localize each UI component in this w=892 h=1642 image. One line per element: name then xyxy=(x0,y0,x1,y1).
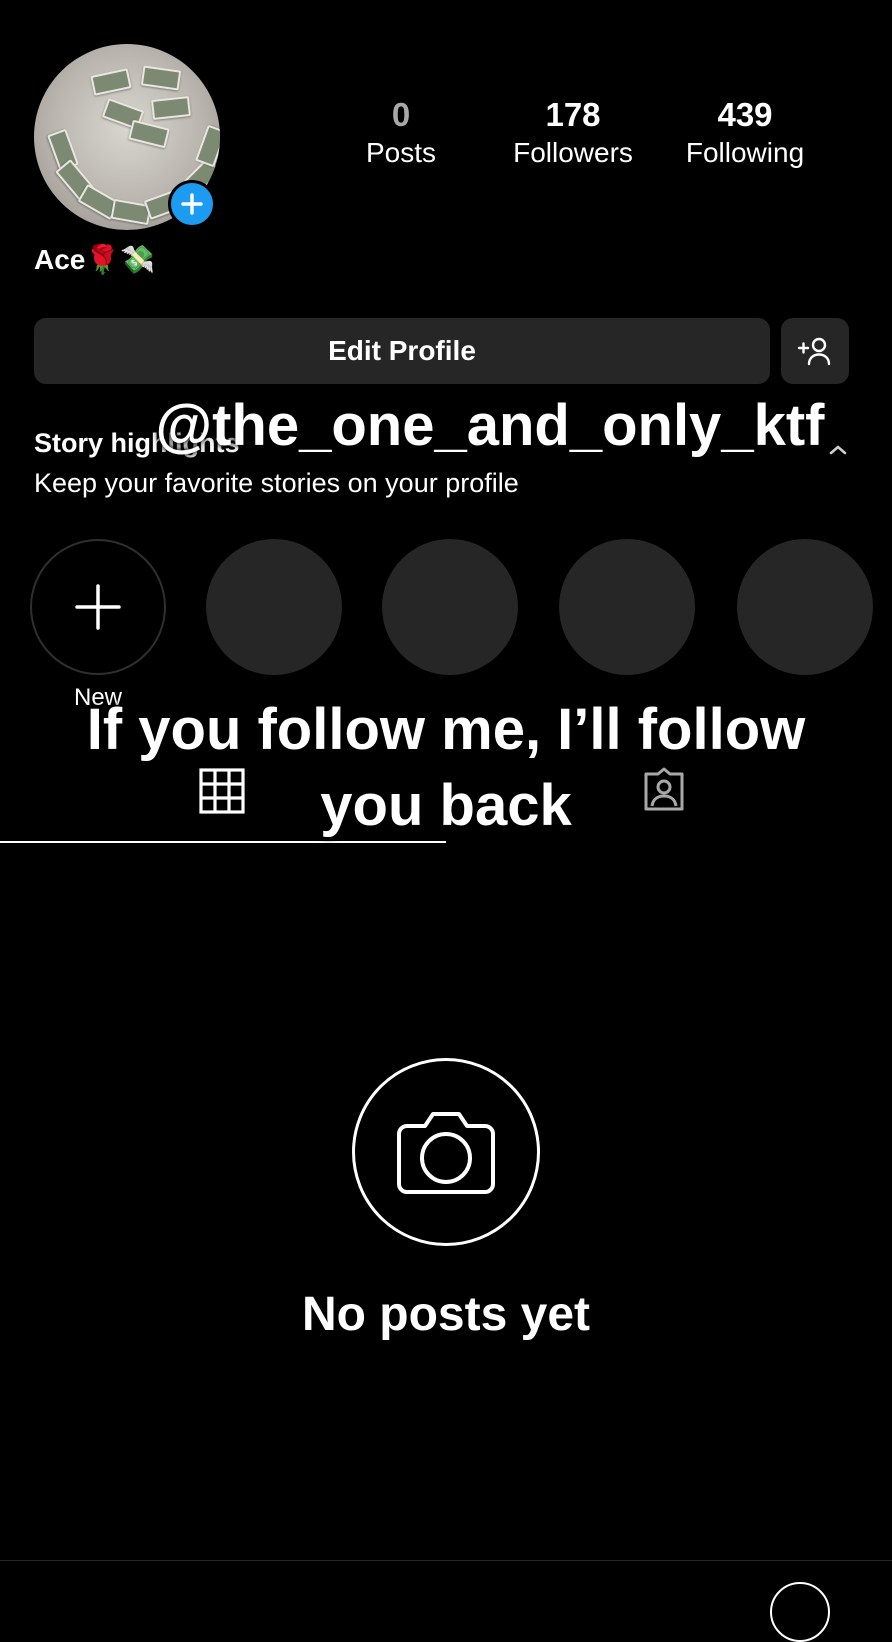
empty-state-message: No posts yet xyxy=(301,1288,591,1341)
add-story-button[interactable] xyxy=(168,180,216,228)
followers-label: Followers xyxy=(513,137,633,168)
discover-people-button[interactable] xyxy=(781,318,849,384)
followers-count: 178 xyxy=(545,96,601,133)
posts-count: 0 xyxy=(391,96,411,133)
display-name: Ace🌹💸 xyxy=(34,244,156,275)
bottom-nav-divider xyxy=(0,1560,892,1561)
highlight-placeholder xyxy=(559,539,695,675)
new-highlight-button[interactable] xyxy=(30,539,166,675)
followers-stat[interactable]: 178 Followers xyxy=(498,96,648,170)
posts-label: Posts xyxy=(365,137,437,168)
add-person-icon xyxy=(797,337,831,366)
nav-profile-avatar[interactable] xyxy=(770,1582,830,1642)
plus-icon xyxy=(75,584,121,630)
following-label: Following xyxy=(685,137,805,168)
camera-circle xyxy=(352,1058,540,1246)
plus-icon xyxy=(181,193,203,215)
highlight-placeholder xyxy=(737,539,873,675)
active-tab-indicator xyxy=(0,841,446,843)
posts-stat[interactable]: 0 Posts xyxy=(326,96,476,170)
edit-profile-button[interactable]: Edit Profile xyxy=(34,318,770,384)
overlay-caption-line1: If you follow me, I’ll follow xyxy=(86,697,806,762)
highlights-subtitle: Keep your favorite stories on your profi… xyxy=(34,468,519,498)
overlay-handle-caption: @the_one_and_only_ktf xyxy=(155,393,825,458)
overlay-caption-line2: you back xyxy=(320,773,572,838)
following-stat[interactable]: 439 Following xyxy=(670,96,820,170)
highlight-placeholder xyxy=(382,539,518,675)
camera-icon xyxy=(397,1112,495,1194)
highlight-placeholder xyxy=(206,539,342,675)
following-count: 439 xyxy=(717,96,773,133)
